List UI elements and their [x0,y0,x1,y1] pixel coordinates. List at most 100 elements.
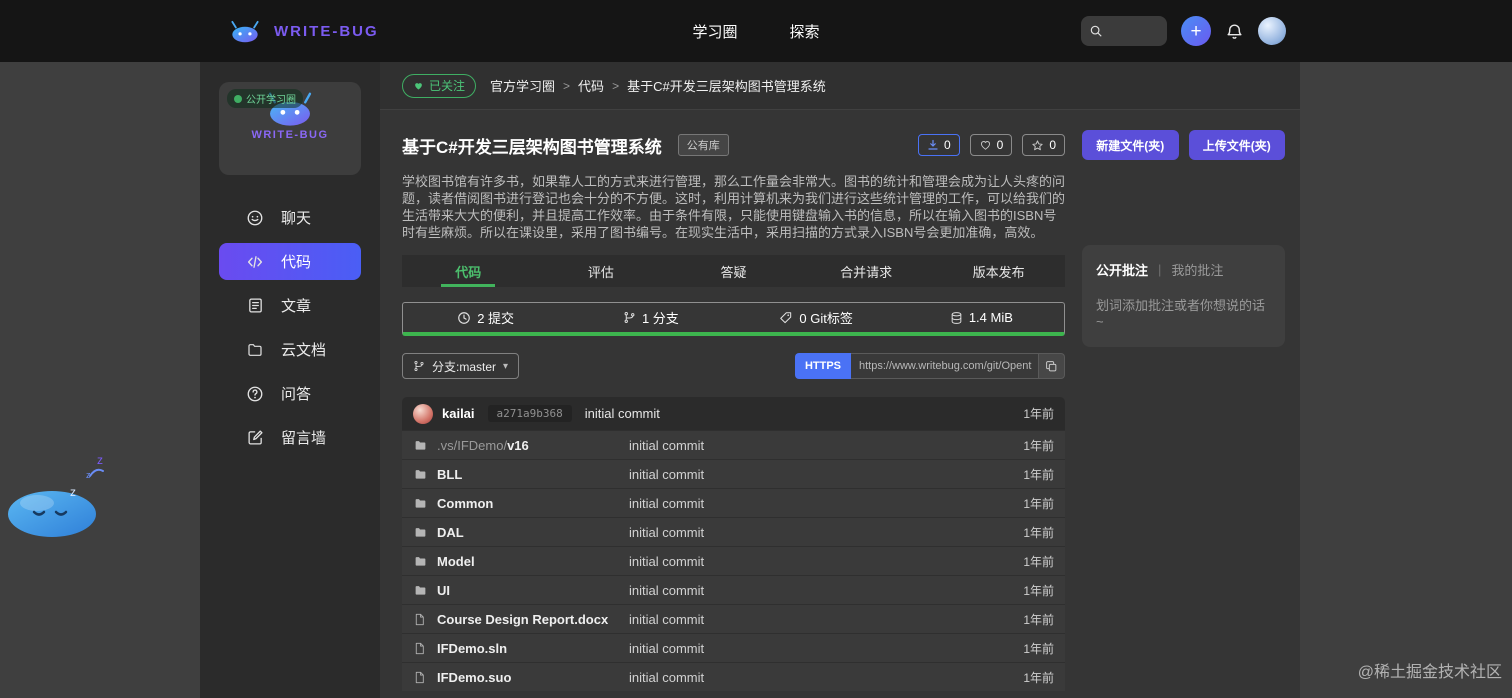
tab-divider: | [1158,262,1162,277]
sidebar-item-message-wall[interactable]: 留言墙 [219,419,361,456]
stat-label: 0 Git标签 [799,311,853,326]
clone-protocol-button[interactable]: HTTPS [794,353,851,379]
repo-title-row: 基于C#开发三层架构图书管理系统 公有库 0 0 0 [402,130,1065,160]
stat-branches[interactable]: 1 分支 [568,308,733,327]
file-name[interactable]: Common [437,496,629,511]
file-name[interactable]: UI [437,583,629,598]
circle-profile-card[interactable]: 公开学习圈 WRITE-BUG [219,82,361,175]
row-commit-message: initial commit [629,582,705,598]
breadcrumb-item-code[interactable]: 代码 [578,76,604,95]
file-icon [413,612,431,627]
table-row[interactable]: Model initial commit 1年前 [402,546,1065,575]
tab-label: 答疑 [720,264,747,280]
file-name[interactable]: Course Design Report.docx [437,612,629,627]
file-base-name: Common [437,495,494,511]
latest-commit-row: kailai a271a9b368 initial commit 1年前 [402,397,1065,430]
table-row[interactable]: Course Design Report.docx initial commit… [402,604,1065,633]
commit-author-name[interactable]: kailai [442,406,475,421]
file-name[interactable]: .vs/IFDemo/v16 [437,438,629,453]
annotation-panel: 公开批注 | 我的批注 划词添加批注或者你想说的话~ [1082,245,1285,347]
download-counter[interactable]: 0 [917,134,960,156]
table-row[interactable]: .vs/IFDemo/v16 initial commit 1年前 [402,430,1065,459]
star-counter[interactable]: 0 [1022,134,1065,156]
file-name[interactable]: Model [437,554,629,569]
row-commit-time: 1年前 [1023,496,1054,511]
file-name[interactable]: IFDemo.suo [437,670,629,685]
tab-qa[interactable]: 答疑 [667,255,800,287]
breadcrumb-item-repo[interactable]: 基于C#开发三层架构图书管理系统 [627,76,826,95]
tab-public-annotations[interactable]: 公开批注 [1096,260,1148,279]
sidebar-item-chat[interactable]: 聊天 [219,199,361,236]
table-row[interactable]: BLL initial commit 1年前 [402,459,1065,488]
search-input[interactable] [1109,24,1157,38]
bell-icon[interactable] [1225,22,1244,41]
row-commit-message: initial commit [629,553,705,569]
sidebar-item-code[interactable]: 代码 [219,243,361,280]
clone-url-group: HTTPS https://www.writebug.com/git/Opent [794,353,1065,379]
content-area: 已关注 官方学习圈 > 代码 > 基于C#开发三层架构图书管理系统 基于C#开发… [380,62,1300,698]
new-file-button[interactable]: 新建文件(夹) [1082,130,1179,160]
table-row[interactable]: UI initial commit 1年前 [402,575,1065,604]
file-name[interactable]: BLL [437,467,629,482]
cloud-doc-icon [245,342,265,358]
like-counter[interactable]: 0 [969,134,1013,156]
stat-tags[interactable]: 0 Git标签 [734,308,899,327]
sidebar-item-cloud-docs[interactable]: 云文档 [219,331,361,368]
row-commit-message: initial commit [629,669,705,685]
like-count: 0 [996,138,1004,152]
table-row[interactable]: Common initial commit 1年前 [402,488,1065,517]
file-name[interactable]: DAL [437,525,629,540]
file-base-name: Course Design Report.docx [437,611,609,627]
tab-code[interactable]: 代码 [402,255,535,287]
sidebar-item-articles[interactable]: 文章 [219,287,361,324]
branch-selector-label: 分支:master [432,359,497,374]
user-avatar[interactable] [1258,17,1286,45]
stat-size[interactable]: 1.4 MiB [899,310,1064,325]
sidebar-item-label: 留言墙 [281,430,327,447]
copy-button[interactable] [1039,353,1065,379]
tab-evaluation[interactable]: 评估 [535,255,668,287]
create-button[interactable]: + [1181,16,1211,46]
watermark: @稀土掘金技术社区 [1357,664,1502,681]
plus-icon: + [1190,20,1202,42]
row-commit-message: initial commit [629,437,705,453]
commit-author-avatar[interactable] [413,403,433,424]
file-name[interactable]: IFDemo.sln [437,641,629,656]
nav-link-explore[interactable]: 探索 [790,21,820,42]
sidebar-item-label: 聊天 [281,210,312,227]
tab-my-annotations[interactable]: 我的批注 [1171,260,1223,279]
folder-icon [413,555,431,568]
download-count: 0 [943,138,951,152]
nav-link-circles[interactable]: 学习圈 [692,21,737,42]
chevron-down-icon: ▾ [503,360,509,372]
page-layout: 公开学习圈 WRITE-BUG 聊天 代码 文章 云文档 问答 留言墙 已关注 … [200,62,1300,698]
branch-icon [413,360,425,372]
brand-logo[interactable]: WRITE-BUG [226,18,379,44]
clone-url-field[interactable]: https://www.writebug.com/git/Opent [851,353,1039,379]
commit-hash-badge[interactable]: a271a9b368 [487,405,572,422]
file-base-name: IFDemo.suo [437,669,512,685]
upload-file-button[interactable]: 上传文件(夹) [1188,130,1285,160]
sleeping-mascot[interactable]: z z z [4,448,112,540]
branch-selector[interactable]: 分支:master ▾ [402,353,520,379]
stat-commits[interactable]: 2 提交 [403,308,568,327]
table-row[interactable]: DAL initial commit 1年前 [402,517,1065,546]
breadcrumb-bar: 已关注 官方学习圈 > 代码 > 基于C#开发三层架构图书管理系统 [380,62,1300,110]
follow-button[interactable]: 已关注 [402,73,477,98]
file-base-name: IFDemo.sln [437,640,508,656]
tab-releases[interactable]: 版本发布 [932,255,1065,287]
table-row[interactable]: IFDemo.suo initial commit 1年前 [402,662,1065,691]
sidebar-item-qa[interactable]: 问答 [219,375,361,412]
row-commit-message: initial commit [629,640,705,656]
row-commit-time: 1年前 [1023,670,1054,685]
breadcrumb-item-circle[interactable]: 官方学习圈 [490,76,555,95]
search-box[interactable] [1081,16,1167,46]
tab-label: 版本发布 [972,264,1025,280]
clock-icon [457,311,471,325]
tab-merge-requests[interactable]: 合并请求 [800,255,933,287]
table-row[interactable]: IFDemo.sln initial commit 1年前 [402,633,1065,662]
row-commit-time: 1年前 [1023,467,1054,482]
svg-text:z: z [97,453,103,467]
copy-icon [1045,360,1058,373]
circle-badge-label: 公开学习圈 [246,95,296,106]
